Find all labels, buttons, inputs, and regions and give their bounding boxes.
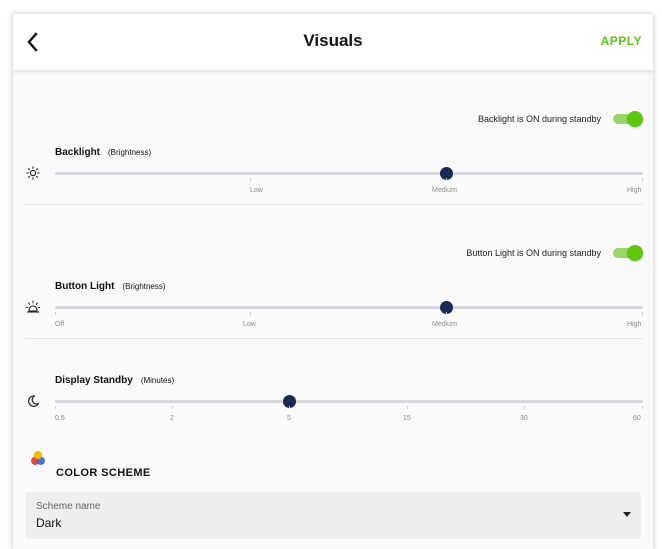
tick	[55, 406, 56, 409]
visuals-screen: Visuals APPLY Backlight is ON during sta…	[13, 14, 653, 549]
tick	[642, 178, 643, 181]
backlight-heading: Backlight (Brightness)	[55, 147, 151, 158]
tick	[446, 178, 447, 181]
tick-label: High	[627, 321, 642, 328]
tick	[250, 178, 251, 181]
backlight-subtitle: (Brightness)	[108, 148, 152, 157]
button-light-slider[interactable]	[55, 306, 643, 309]
scheme-name-label: Scheme name	[36, 501, 101, 512]
page-title: Visuals	[303, 31, 363, 50]
tick-label: 0.5	[55, 415, 65, 422]
toggle-thumb	[627, 245, 643, 261]
tick-label: Off	[55, 321, 65, 328]
tick-label: High	[627, 187, 642, 194]
settings-content: Backlight is ON during standby Backlight…	[13, 70, 653, 549]
toggle-thumb	[627, 111, 643, 127]
display-standby-slider[interactable]	[55, 400, 643, 403]
button-light-heading: Button Light (Brightness)	[55, 281, 166, 292]
tick-label: Low	[250, 187, 263, 194]
backlight-standby-row: Backlight is ON during standby	[478, 111, 643, 127]
sun-icon	[26, 166, 40, 180]
tick-label: 30	[520, 415, 528, 422]
backlight-standby-label: Backlight is ON during standby	[477, 114, 601, 124]
tick-label: Low	[243, 321, 256, 328]
scheme-name-select[interactable]: Scheme name Dark	[26, 492, 641, 539]
tick	[250, 312, 251, 315]
tick-label: 60	[633, 415, 641, 422]
tick	[642, 312, 643, 315]
button-light-standby-row: Button Light is ON during standby	[466, 245, 643, 261]
tick-label: 5	[287, 415, 291, 422]
palette-icon	[31, 451, 45, 465]
divider	[25, 204, 643, 205]
apply-button[interactable]: APPLY	[601, 34, 642, 48]
top-bar: Visuals APPLY	[13, 14, 653, 70]
button-light-standby-toggle[interactable]	[613, 245, 643, 261]
tick	[642, 406, 643, 409]
tick	[407, 406, 408, 409]
tick	[289, 406, 290, 409]
tick-label: 2	[170, 415, 174, 422]
tick-label: Medium	[432, 321, 457, 328]
tick	[524, 406, 525, 409]
display-standby-subtitle: (Minutes)	[140, 376, 175, 385]
button-light-icon	[26, 300, 40, 313]
divider	[25, 338, 643, 339]
tick	[172, 406, 173, 409]
tick-label: 15	[403, 415, 411, 422]
backlight-title: Backlight	[55, 147, 101, 158]
button-light-title: Button Light	[55, 281, 115, 292]
display-standby-heading: Display Standby (Minutes)	[55, 375, 174, 386]
button-light-subtitle: (Brightness)	[122, 282, 166, 291]
color-scheme-title: COLOR SCHEME	[56, 467, 151, 479]
scheme-name-value: Dark	[36, 516, 62, 530]
display-standby-title: Display Standby	[55, 375, 133, 386]
backlight-standby-toggle[interactable]	[613, 111, 643, 127]
tick	[446, 312, 447, 315]
tick	[55, 312, 56, 315]
button-light-standby-label: Button Light is ON during standby	[466, 248, 601, 258]
moon-icon	[28, 395, 40, 407]
tick-label: Medium	[432, 187, 457, 194]
backlight-slider[interactable]	[55, 172, 643, 175]
caret-down-icon	[623, 512, 631, 517]
